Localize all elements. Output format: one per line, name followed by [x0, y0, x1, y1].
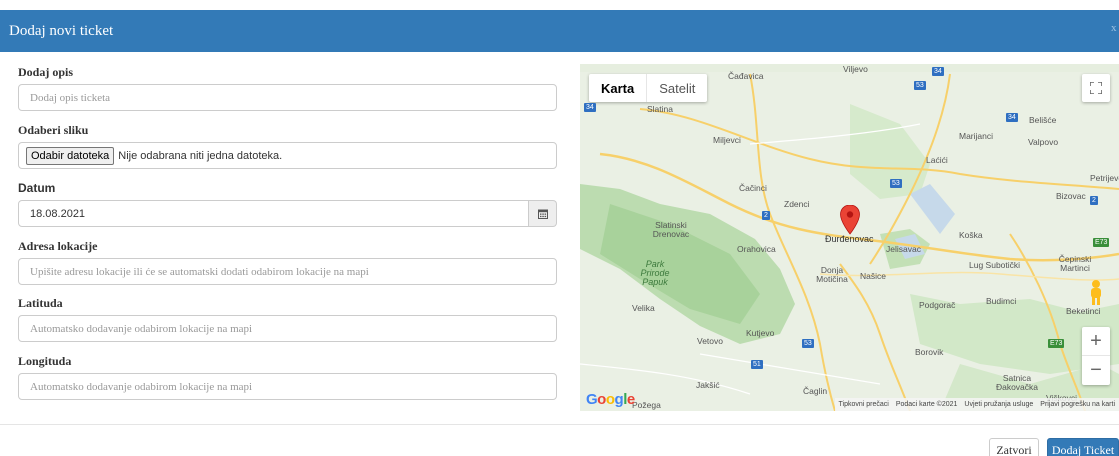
- map-place-label: Čaglin: [803, 386, 828, 396]
- longitude-input[interactable]: Automatsko dodavanje odabirom lokacije n…: [18, 373, 557, 400]
- map-place-label: Donja Motičina: [816, 265, 848, 284]
- choose-file-button[interactable]: Odabir datoteka: [26, 146, 115, 165]
- close-button[interactable]: Zatvori: [989, 438, 1039, 456]
- keyboard-shortcuts-link[interactable]: Tipkovni prečaci: [839, 401, 889, 408]
- latitude-group: Latituda Automatsko dodavanje odabirom l…: [18, 295, 558, 353]
- image-file-input[interactable]: Odabir datoteka Nije odabrana niti jedna…: [18, 142, 557, 169]
- map-attribution: Tipkovni prečaci Podaci karte ©2021 Uvje…: [834, 398, 1119, 411]
- map-place-label: Petrijevci: [1090, 173, 1119, 183]
- ticket-form: Dodaj opis Dodaj opis ticketa Odaberi sl…: [18, 64, 558, 411]
- calendar-icon[interactable]: [529, 200, 557, 227]
- map-place-label: Valpovo: [1028, 137, 1059, 147]
- road-shield: 34: [932, 67, 944, 76]
- add-ticket-button[interactable]: Dodaj Ticket: [1047, 438, 1119, 456]
- date-label: Datum: [18, 181, 56, 195]
- close-icon[interactable]: x: [1111, 22, 1119, 34]
- map-place-label: Vetovo: [697, 336, 723, 346]
- road-shield: 34: [584, 103, 596, 112]
- footer-divider: [0, 424, 1119, 425]
- location-marker-icon[interactable]: [840, 205, 860, 235]
- map-place-label: Borovik: [915, 347, 944, 357]
- map-place-label: Jakšić: [696, 380, 720, 390]
- longitude-label: Longituda: [18, 354, 72, 368]
- map-place-label: Čačinci: [739, 183, 767, 193]
- map-place-label: Budimci: [986, 296, 1017, 306]
- road-shield: E73: [1093, 238, 1110, 247]
- road-shield: 2: [1090, 196, 1098, 205]
- road-shield: E73: [1048, 339, 1065, 348]
- location-map[interactable]: Karta Satelit + − Čađavica Viljevo Slati…: [580, 64, 1119, 411]
- address-label: Adresa lokacije: [18, 239, 98, 253]
- date-group: Datum 18.08.2021: [18, 180, 558, 238]
- map-place-label: Viljevo: [843, 64, 868, 74]
- map-place-label: Našice: [860, 271, 886, 281]
- map-place-label: Beketinci: [1066, 306, 1101, 316]
- road-shield: 53: [914, 81, 926, 90]
- date-input[interactable]: 18.08.2021: [18, 200, 529, 227]
- map-place-label: Đurđenovac: [825, 234, 874, 244]
- map-park-label: Park Prirode Papuk: [640, 259, 670, 287]
- map-place-label: Miljevci: [713, 135, 741, 145]
- map-place-label: Jelisavac: [886, 244, 921, 254]
- google-logo: Google: [586, 391, 635, 408]
- road-shield: 34: [1006, 113, 1018, 122]
- map-place-label: Slatinski Drenovac: [652, 220, 690, 239]
- terms-link[interactable]: Uvjeti pružanja usluge: [964, 401, 1033, 408]
- map-place-label: Lug Subotički: [969, 260, 1021, 270]
- map-type-karta[interactable]: Karta: [589, 74, 646, 102]
- map-place-label: Slatina: [647, 104, 673, 114]
- modal-title: Dodaj novi ticket: [9, 22, 114, 39]
- date-picker: 18.08.2021: [18, 200, 557, 227]
- map-place-label: Podgorač: [919, 300, 956, 310]
- map-place-label: Satnica Đakovačka: [995, 373, 1039, 392]
- map-place-label: Bizovac: [1056, 191, 1086, 201]
- description-label: Dodaj opis: [18, 65, 74, 79]
- address-input[interactable]: Upišite adresu lokacije ili će se automa…: [18, 258, 557, 285]
- address-group: Adresa lokacije Upišite adresu lokacije …: [18, 238, 558, 295]
- map-place-label: Marijanci: [959, 131, 994, 141]
- road-shield: 2: [762, 211, 770, 220]
- latitude-input[interactable]: Automatsko dodavanje odabirom lokacije n…: [18, 315, 557, 342]
- map-place-label: Čepinski Martinci: [1058, 254, 1092, 273]
- image-label: Odaberi sliku: [18, 123, 89, 137]
- road-shield: 51: [751, 360, 763, 369]
- fullscreen-icon[interactable]: [1082, 74, 1110, 102]
- image-group: Odaberi sliku Odabir datoteka Nije odabr…: [18, 122, 558, 180]
- report-error-link[interactable]: Prijavi pogrešku na karti: [1040, 401, 1115, 408]
- map-place-label: Belišće: [1029, 115, 1057, 125]
- street-view-pegman-icon[interactable]: [1085, 279, 1107, 305]
- description-input[interactable]: Dodaj opis ticketa: [18, 84, 557, 111]
- zoom-in-button[interactable]: +: [1082, 327, 1110, 356]
- map-place-label: Požega: [632, 400, 661, 410]
- map-type-satelit[interactable]: Satelit: [646, 74, 707, 102]
- zoom-control: + −: [1082, 327, 1110, 385]
- map-place-label: Kutjevo: [746, 328, 775, 338]
- map-place-label: Čađavica: [728, 71, 764, 81]
- road-shield: 53: [802, 339, 814, 348]
- file-status: Nije odabrana niti jedna datoteka.: [118, 149, 283, 162]
- map-place-label: Koška: [959, 230, 983, 240]
- longitude-group: Longituda Automatsko dodavanje odabirom …: [18, 353, 558, 411]
- map-type-control: Karta Satelit: [589, 74, 708, 102]
- map-place-label: Velika: [632, 303, 655, 313]
- map-place-label: Orahovica: [737, 244, 776, 254]
- map-data-text: Podaci karte ©2021: [895, 401, 958, 408]
- description-group: Dodaj opis Dodaj opis ticketa: [18, 64, 558, 122]
- road-shield: 53: [890, 179, 902, 188]
- modal-header: Dodaj novi ticket x: [0, 10, 1119, 52]
- map-place-label: Zdenci: [784, 199, 810, 209]
- zoom-out-button[interactable]: −: [1082, 356, 1110, 385]
- latitude-label: Latituda: [18, 296, 63, 310]
- map-place-label: Laćići: [926, 155, 948, 165]
